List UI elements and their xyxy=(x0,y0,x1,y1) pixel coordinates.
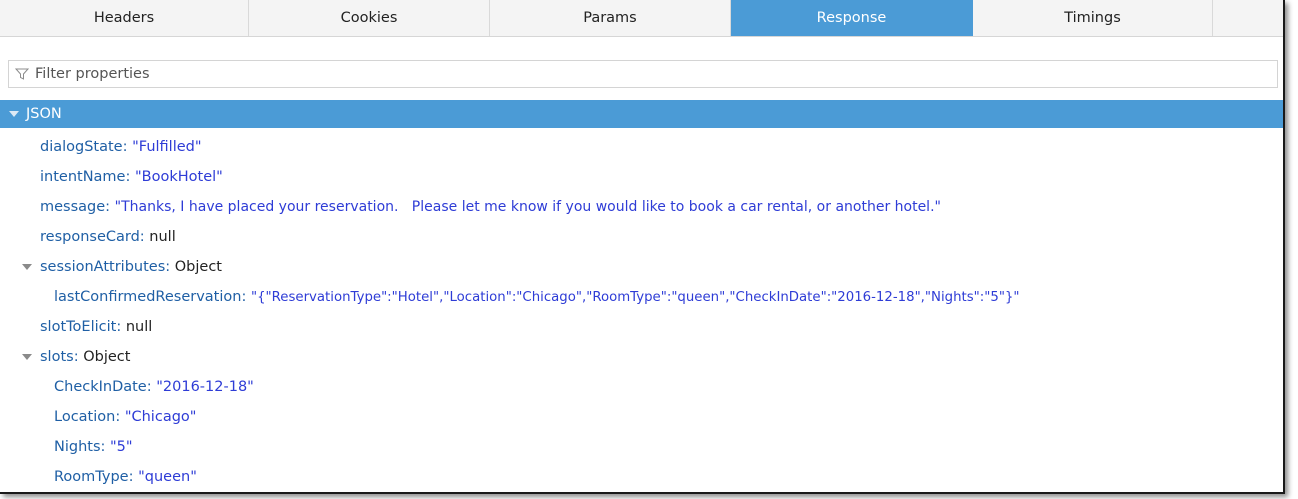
property-key: intentName xyxy=(40,169,126,185)
tab-bar: Headers Cookies Params Response Timings xyxy=(0,0,1283,37)
property-row-sessionAttributes[interactable]: sessionAttributes: Object xyxy=(22,254,222,280)
property-row-CheckInDate[interactable]: CheckInDate: "2016-12-18" xyxy=(54,374,254,400)
json-section-label: JSON xyxy=(26,106,62,122)
property-row-message[interactable]: message: "Thanks, I have placed your res… xyxy=(40,194,941,220)
property-row-responseCard[interactable]: responseCard: null xyxy=(40,224,176,250)
property-value: "Chicago" xyxy=(124,409,197,425)
property-value: "queen" xyxy=(138,469,197,485)
property-value: "5" xyxy=(110,439,133,455)
property-key: lastConfirmedReservation xyxy=(54,289,242,305)
property-value: null xyxy=(149,229,176,245)
json-section-header[interactable]: JSON xyxy=(0,100,1283,128)
property-row-slots[interactable]: slots: Object xyxy=(22,344,131,370)
property-value: null xyxy=(125,319,153,335)
property-value: "BookHotel" xyxy=(134,169,223,185)
property-value: Object xyxy=(83,349,131,365)
property-row-lastConfirmedReservation[interactable]: lastConfirmedReservation: "{"Reservation… xyxy=(54,284,1020,310)
property-key: slots xyxy=(40,349,74,365)
property-key: dialogState xyxy=(40,139,123,155)
response-panel: Headers Cookies Params Response Timings … xyxy=(0,0,1285,494)
tab-response[interactable]: Response xyxy=(731,0,973,36)
property-key: message xyxy=(40,199,106,215)
filter-properties-input[interactable] xyxy=(35,61,1265,87)
tab-params[interactable]: Params xyxy=(490,0,731,36)
property-value: "Fulfilled" xyxy=(132,139,202,155)
property-value: "2016-12-18" xyxy=(156,379,254,395)
property-key: responseCard xyxy=(40,229,140,245)
property-row-Location[interactable]: Location: "Chicago" xyxy=(54,404,196,430)
property-key: slotToElicit xyxy=(40,319,117,335)
tab-headers[interactable]: Headers xyxy=(0,0,249,36)
property-key: Location xyxy=(54,409,116,425)
filter-box xyxy=(8,60,1278,88)
property-row-slotToElicit[interactable]: slotToElicit: null xyxy=(40,314,152,340)
funnel-icon xyxy=(15,68,29,80)
property-key: Nights xyxy=(54,439,101,455)
property-value: "Thanks, I have placed your reservation.… xyxy=(114,199,941,215)
property-key: sessionAttributes xyxy=(40,259,166,275)
tab-timings[interactable]: Timings xyxy=(973,0,1213,36)
property-key: RoomType xyxy=(54,469,129,485)
property-row-dialogState[interactable]: dialogState: "Fulfilled" xyxy=(40,134,202,160)
property-key: CheckInDate xyxy=(54,379,147,395)
property-row-Nights[interactable]: Nights: "5" xyxy=(54,434,133,460)
tab-cookies[interactable]: Cookies xyxy=(249,0,490,36)
property-value: Object xyxy=(174,259,222,275)
collapse-triangle-icon[interactable] xyxy=(22,264,32,270)
property-row-intentName[interactable]: intentName: "BookHotel" xyxy=(40,164,223,190)
collapse-triangle-icon[interactable] xyxy=(22,354,32,360)
expand-triangle-icon[interactable] xyxy=(9,111,19,117)
property-row-RoomType[interactable]: RoomType: "queen" xyxy=(54,464,197,490)
property-value: "{"ReservationType":"Hotel","Location":"… xyxy=(250,290,1020,305)
